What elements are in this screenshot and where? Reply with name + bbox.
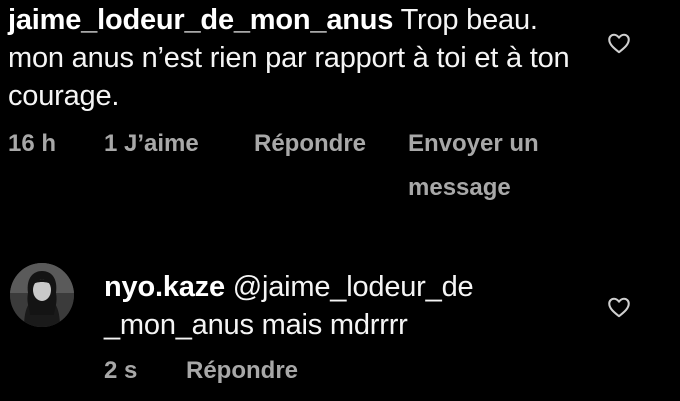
comment-text-block: jaime_lodeur_de_mon_anus Trop beau. mon … <box>8 1 578 115</box>
avatar[interactable] <box>10 263 74 327</box>
comment-username[interactable]: jaime_lodeur_de_mon_anus <box>8 4 393 36</box>
reply-button[interactable]: Répondre <box>254 122 366 166</box>
comment-username[interactable]: nyo.kaze <box>104 271 225 303</box>
comment-item: jaime_lodeur_de_mon_anus Trop beau. mon … <box>0 0 680 215</box>
comment-item: nyo.kaze @jaime_lodeur_de _mon_anus mais… <box>0 255 680 401</box>
comment-text-block: nyo.kaze @jaime_lodeur_de _mon_anus mais… <box>104 268 574 344</box>
comment-timestamp: 2 s <box>104 357 138 384</box>
comment-timestamp: 16 h <box>8 130 57 157</box>
send-message-button[interactable]: Envoyer un message <box>408 122 568 210</box>
heart-icon[interactable] <box>606 30 632 56</box>
heart-icon[interactable] <box>606 294 632 320</box>
reply-button[interactable]: Répondre <box>186 349 298 393</box>
likes-count-button[interactable]: 1 J’aime <box>104 122 199 166</box>
